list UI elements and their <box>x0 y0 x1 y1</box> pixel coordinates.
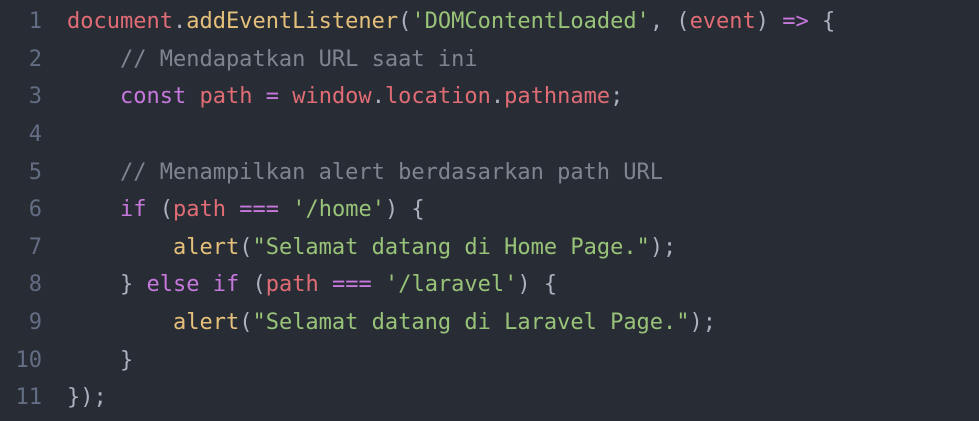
line-number: 10 <box>15 347 43 373</box>
code-line[interactable]: 4 <box>0 116 979 154</box>
code-token-var: path <box>199 84 253 110</box>
code-line[interactable]: 10 } <box>0 341 979 379</box>
code-line[interactable]: 1 document.addEventListener('DOMContentL… <box>0 3 979 41</box>
code-content[interactable]: document.addEventListener('DOMContentLoa… <box>60 9 835 34</box>
code-token-kw: else <box>146 272 200 298</box>
code-token-plain: ); <box>689 310 717 336</box>
code-token-var: document <box>67 9 173 35</box>
line-number: 2 <box>28 46 42 72</box>
code-token-var: path <box>265 272 319 298</box>
code-content[interactable]: const path = window.location.pathname; <box>60 84 623 109</box>
code-line[interactable]: 8 } else if (path === '/laravel') { <box>0 266 979 304</box>
code-token-kw: === <box>331 272 372 298</box>
code-token-kw: === <box>239 197 279 223</box>
code-token-plain: ( <box>239 234 253 260</box>
code-line[interactable]: 11 }); <box>0 379 979 417</box>
code-token-var: path <box>172 197 226 223</box>
code-line[interactable]: 3 const path = window.location.pathname; <box>0 78 979 116</box>
code-token-fn: addEventListener <box>186 9 399 35</box>
code-token-kw: if <box>119 197 147 223</box>
code-token-plain: ( <box>239 310 253 336</box>
code-content[interactable]: } else if (path === '/laravel') { <box>60 272 557 297</box>
code-token-plain: ( <box>146 197 173 223</box>
code-token-comment: // Mendapatkan URL saat ini <box>67 46 478 72</box>
line-number: 11 <box>15 385 43 411</box>
code-token-param: event <box>689 9 756 35</box>
code-editor[interactable]: 1 document.addEventListener('DOMContentL… <box>0 0 979 421</box>
code-token-var: pathname <box>504 84 611 110</box>
code-token-str: "Selamat datang di Home Page." <box>252 234 650 260</box>
code-token-plain: ) { <box>517 272 558 298</box>
code-content[interactable]: // Mendapatkan URL saat ini <box>60 47 478 72</box>
code-content[interactable]: if (path === '/home') { <box>60 197 425 222</box>
code-content[interactable]: alert("Selamat datang di Laravel Page.")… <box>60 310 716 335</box>
code-token-str: '/laravel' <box>384 272 518 298</box>
code-token-var: location <box>384 84 491 110</box>
code-token-kw: = <box>265 84 279 110</box>
line-number: 6 <box>28 197 42 223</box>
code-line[interactable]: 7 alert("Selamat datang di Home Page."); <box>0 229 979 267</box>
code-token-plain: ) <box>755 9 783 35</box>
code-content[interactable]: }); <box>60 385 107 410</box>
code-token-fn: alert <box>172 310 240 336</box>
line-number: 4 <box>28 122 42 148</box>
line-number: 8 <box>28 272 42 298</box>
code-line[interactable]: 5 // Menampilkan alert berdasarkan path … <box>0 153 979 191</box>
code-token-kw: => <box>782 9 809 35</box>
code-token-plain: ; <box>610 84 624 110</box>
code-line[interactable]: 2 // Mendapatkan URL saat ini <box>0 41 979 79</box>
code-token-plain: , ( <box>649 9 690 35</box>
code-token-plain: ) { <box>384 197 425 223</box>
code-token-kw: if <box>212 272 240 298</box>
code-token-str: '/home' <box>292 197 385 223</box>
code-token-plain: . <box>490 84 505 110</box>
code-token-plain: }); <box>67 385 107 411</box>
code-token-plain: . <box>371 84 385 110</box>
code-token-comment: // Menampilkan alert berdasarkan path UR… <box>67 159 664 185</box>
line-number: 3 <box>28 84 42 110</box>
code-token-plain: ( <box>239 272 266 298</box>
code-content[interactable]: alert("Selamat datang di Home Page."); <box>60 235 676 260</box>
code-token-kw: const <box>119 84 187 110</box>
code-token-str: "Selamat datang di Laravel Page." <box>252 310 690 336</box>
code-token-plain: ( <box>398 9 412 35</box>
line-number: 5 <box>28 159 42 185</box>
code-token-plain: } <box>67 347 134 373</box>
code-content[interactable]: } <box>60 348 133 373</box>
code-token-plain: ); <box>649 234 677 260</box>
code-token-plain: { <box>808 9 836 35</box>
code-token-var: window <box>292 84 372 110</box>
code-token-plain: . <box>172 9 187 35</box>
code-token-str: 'DOMContentLoaded' <box>411 9 650 35</box>
code-token-plain: } <box>67 272 147 298</box>
code-line[interactable]: 6 if (path === '/home') { <box>0 191 979 229</box>
code-token-fn: alert <box>172 234 240 260</box>
line-number: 1 <box>28 9 42 35</box>
line-number: 9 <box>28 310 42 336</box>
code-line[interactable]: 9 alert("Selamat datang di Laravel Page.… <box>0 304 979 342</box>
line-number: 7 <box>28 234 42 260</box>
code-content[interactable]: // Menampilkan alert berdasarkan path UR… <box>60 160 663 185</box>
